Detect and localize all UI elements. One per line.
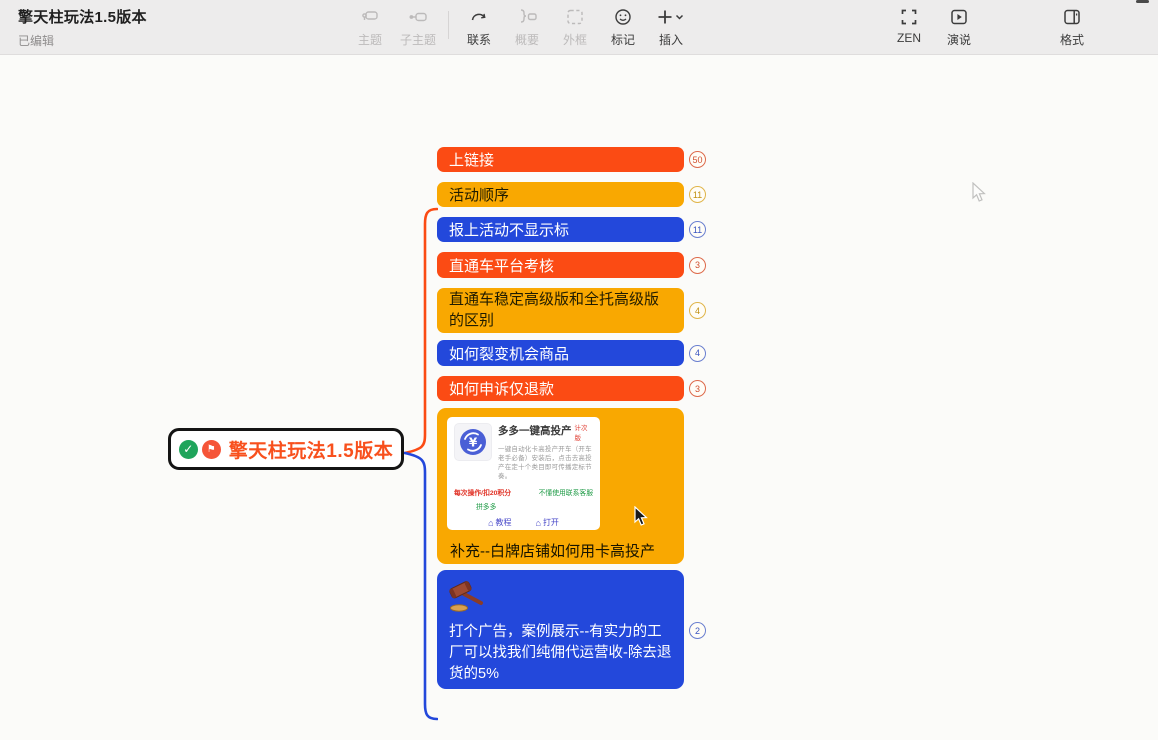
app-description: 一键自动化卡高投产开车（开车老手必备）安装后，点击去高投产在定十个类目即可传播定… <box>498 445 593 481</box>
home-icon: ⌂ <box>488 518 493 528</box>
branch-label: 直通车平台考核 <box>449 255 554 276</box>
presentation-play-icon <box>949 5 969 29</box>
branch-node-huodong-shunxu[interactable]: 活动顺序 <box>437 182 684 207</box>
app-title: 多多一键高投产 <box>498 423 572 438</box>
tutorial-button-label: 教程 <box>496 517 512 528</box>
branch-label: 如何裂变机会商品 <box>449 343 569 364</box>
tutorial-button[interactable]: ⌂ 教程 <box>488 517 511 528</box>
document-title: 擎天柱玩法1.5版本 <box>18 6 147 27</box>
branch-label: 上链接 <box>449 149 494 170</box>
root-topic-node[interactable]: ✓ ⚑ 擎天柱玩法1.5版本 <box>168 428 404 470</box>
format-panel-icon <box>1062 5 1082 29</box>
task-done-marker-icon[interactable]: ✓ <box>179 440 198 459</box>
insert-plus-icon <box>656 5 686 29</box>
toolbar-button-marker[interactable]: 标记 <box>599 5 647 48</box>
toolbar-label: 演说 <box>947 31 971 48</box>
summary-icon <box>516 5 538 29</box>
toolbar-label: 联系 <box>467 31 491 48</box>
price-note: 每次操作/扣20积分 <box>454 487 511 497</box>
branch-badge[interactable]: 4 <box>689 302 706 319</box>
ad-node-text: 打个广告，案例展示--有实力的工厂可以找我们纯佣代运营收-除去退货的5% <box>449 622 672 685</box>
toolbar-button-boundary[interactable]: 外框 <box>551 5 599 48</box>
home-icon: ⌂ <box>536 518 541 528</box>
branch-badge[interactable]: 11 <box>689 186 706 203</box>
toolbar-label: 主题 <box>358 31 382 48</box>
service-note: 不懂使用联系客服 <box>539 487 593 497</box>
branch-node-zhitongche-kaohe[interactable]: 直通车平台考核 <box>437 252 684 278</box>
branch-node-shensu-tuikuan[interactable]: 如何申诉仅退款 <box>437 376 684 401</box>
main-toolbar: 主题 子主题 联系 <box>346 5 695 48</box>
svg-text:¥: ¥ <box>469 436 478 450</box>
branch-node-shanglianjie[interactable]: 上链接 <box>437 147 684 172</box>
toolbar-button-topic[interactable]: 主题 <box>346 5 394 48</box>
branch-badge[interactable]: 4 <box>689 345 706 362</box>
title-bar: 擎天柱玩法1.5版本 已编辑 主题 子主题 <box>0 0 1158 55</box>
boundary-icon <box>565 5 585 29</box>
toolbar-button-subtopic[interactable]: 子主题 <box>394 5 442 48</box>
mouse-cursor <box>634 506 650 527</box>
toolbar-label: 格式 <box>1060 31 1084 48</box>
app-window: 擎天柱玩法1.5版本 已编辑 主题 子主题 <box>0 0 1158 740</box>
branch-badge[interactable]: 3 <box>689 257 706 274</box>
branch-badge[interactable]: 50 <box>689 151 706 168</box>
toolbar-label: ZEN <box>897 31 921 45</box>
toolbar-divider <box>448 11 449 39</box>
toolbar-label: 概要 <box>515 31 539 48</box>
image-node-caption: 补充--白牌店铺如何用卡高投产 <box>450 540 655 561</box>
subtopic-icon <box>408 5 428 29</box>
branch-badge[interactable]: 2 <box>689 622 706 639</box>
branch-node-buchong-gaotouchan[interactable]: ¥ 多多一键高投产 计次版 一键自动化卡高投产开车（开车老手必备）安装后，点击去… <box>437 408 684 564</box>
toolbar-button-zen[interactable]: ZEN <box>884 5 934 48</box>
open-button-label: 打开 <box>543 517 559 528</box>
root-topic-label: 擎天柱玩法1.5版本 <box>229 436 393 463</box>
right-toolbar: ZEN 演说 <box>884 5 984 48</box>
window-minimize-dash[interactable] <box>1136 0 1149 3</box>
branch-node-ad-case[interactable]: 打个广告，案例展示--有实力的工厂可以找我们纯佣代运营收-除去退货的5% <box>437 570 684 689</box>
toolbar-label: 插入 <box>659 31 683 48</box>
document-title-block: 擎天柱玩法1.5版本 已编辑 <box>18 6 147 49</box>
branch-node-liebian-shangpin[interactable]: 如何裂变机会商品 <box>437 340 684 366</box>
embedded-app-screenshot: ¥ 多多一键高投产 计次版 一键自动化卡高投产开车（开车老手必备）安装后，点击去… <box>447 417 600 530</box>
platform-label: 拼多多 <box>476 501 593 511</box>
toolbar-button-relationship[interactable]: 联系 <box>455 5 503 48</box>
toolbar-button-summary[interactable]: 概要 <box>503 5 551 48</box>
format-toolbar: 格式 <box>1048 5 1096 48</box>
topic-icon <box>360 5 380 29</box>
toolbar-button-insert[interactable]: 插入 <box>647 5 695 48</box>
smiley-marker-icon <box>613 5 633 29</box>
branch-brace-connector <box>398 206 438 724</box>
app-icon: ¥ <box>454 423 492 461</box>
open-button[interactable]: ⌂ 打开 <box>536 517 559 528</box>
branch-badge[interactable]: 3 <box>689 380 706 397</box>
relationship-icon <box>469 5 489 29</box>
toolbar-label: 外框 <box>563 31 587 48</box>
branch-badge[interactable]: 11 <box>689 221 706 238</box>
toolbar-label: 子主题 <box>400 31 436 48</box>
toolbar-label: 标记 <box>611 31 635 48</box>
gavel-icon <box>449 580 485 612</box>
zen-brackets-icon <box>899 5 919 29</box>
branch-label: 报上活动不显示标 <box>449 219 569 240</box>
branch-node-zhitongche-qubie[interactable]: 直通车稳定高级版和全托高级版的区别 <box>437 288 684 333</box>
document-status: 已编辑 <box>18 32 147 49</box>
branch-label: 如何申诉仅退款 <box>449 378 554 399</box>
red-flag-marker-icon[interactable]: ⚑ <box>202 440 221 459</box>
ghost-cursor <box>972 182 988 203</box>
toolbar-button-format[interactable]: 格式 <box>1048 5 1096 48</box>
branch-label: 直通车稳定高级版和全托高级版的区别 <box>449 290 672 331</box>
branch-node-baoshang-huodong[interactable]: 报上活动不显示标 <box>437 217 684 242</box>
mindmap-canvas[interactable]: ✓ ⚑ 擎天柱玩法1.5版本 上链接 活动顺序 报上活动不显示标 直通车平台考核… <box>0 56 1158 740</box>
app-edition-tag: 计次版 <box>575 422 594 442</box>
branch-label: 活动顺序 <box>449 184 509 205</box>
toolbar-button-present[interactable]: 演说 <box>934 5 984 48</box>
